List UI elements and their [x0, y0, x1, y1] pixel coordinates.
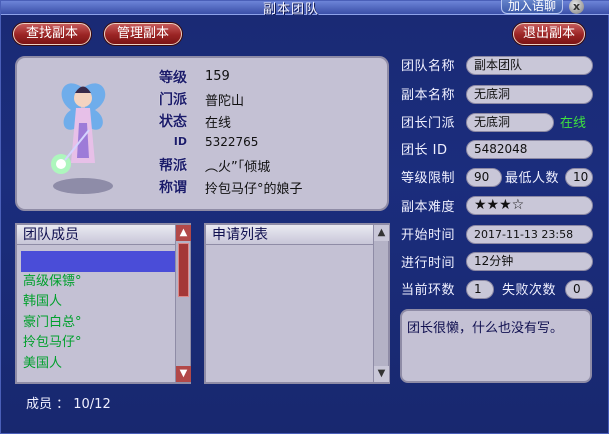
list-item[interactable]: 豪门白总°	[21, 313, 175, 334]
leader-school-label: 团长门派	[401, 116, 456, 131]
applications-scrollbar[interactable]: ▲ ▼	[373, 225, 389, 382]
difficulty-label: 副本难度	[401, 200, 456, 215]
dungeon-name-field: 无底洞	[466, 85, 593, 104]
team-members-panel: 团队成员 高级保镖° 韩国人 豪门白总° 拎包马仔° 美国人 ▲ ▼	[15, 223, 191, 384]
applications-header: 申请列表	[206, 225, 388, 245]
level-value: 159	[205, 69, 230, 84]
id-label: ID	[173, 135, 187, 148]
min-people-label: 最低人数	[505, 171, 560, 186]
guild-label: 帮派	[159, 158, 187, 174]
leader-online-status: 在线	[560, 116, 587, 131]
title-bar[interactable]: 副本团队 加入语聊 x	[1, 0, 609, 17]
min-people-field: 10	[565, 168, 593, 187]
fail-count-label: 失败次数	[502, 283, 557, 298]
difficulty-stars: ★★★☆	[466, 196, 593, 215]
school-value: 普陀山	[205, 94, 245, 109]
fail-count-field: 0	[565, 280, 593, 299]
current-round-field: 1	[466, 280, 494, 299]
close-icon[interactable]: x	[569, 0, 584, 14]
leader-id-field: 5482048	[466, 140, 593, 159]
window-title: 副本团队	[263, 2, 320, 17]
team-members-header: 团队成员	[17, 225, 189, 245]
scroll-up-arrow-icon[interactable]: ▲	[374, 225, 389, 241]
team-members-list: 高级保镖° 韩国人 豪门白总° 拎包马仔° 美国人	[21, 251, 175, 374]
list-item[interactable]: 拎包马仔°	[21, 333, 175, 354]
elapsed-time-field: 12分钟	[466, 252, 593, 271]
character-avatar	[43, 68, 123, 198]
member-count: 成员 ： 10/12	[26, 397, 111, 412]
start-time-label: 开始时间	[401, 228, 456, 243]
list-item[interactable]: 韩国人	[21, 292, 175, 313]
id-value: 5322765	[205, 135, 259, 149]
team-name-label: 团队名称	[401, 59, 456, 74]
leader-school-field: 无底洞	[466, 113, 554, 132]
find-dungeon-button[interactable]: 查找副本	[13, 23, 91, 45]
title-label: 称谓	[159, 180, 187, 196]
list-item[interactable]: 高级保镖°	[21, 272, 175, 293]
list-item[interactable]: 美国人	[21, 354, 175, 375]
current-round-label: 当前环数	[401, 283, 456, 298]
scroll-up-arrow-icon[interactable]: ▲	[176, 225, 191, 241]
title-value: 拎包马仔°的娘子	[205, 182, 303, 197]
school-label: 门派	[159, 92, 187, 108]
team-name-field: 副本团队	[466, 56, 593, 75]
members-scrollbar[interactable]: ▲ ▼	[175, 225, 191, 382]
scroll-down-arrow-icon[interactable]: ▼	[374, 366, 389, 382]
join-voice-chat-button[interactable]: 加入语聊	[501, 0, 564, 14]
status-label: 状态	[159, 114, 187, 130]
elapsed-time-label: 进行时间	[401, 256, 456, 271]
character-info-panel: 等级 159 门派 普陀山 状态 在线 ID 5322765 帮派 ︵火”「倾城…	[15, 56, 389, 211]
level-limit-label: 等级限制	[401, 171, 456, 186]
start-time-field: 2017-11-13 23:58	[466, 225, 593, 244]
level-label: 等级	[159, 70, 187, 86]
scroll-down-arrow-icon[interactable]: ▼	[176, 366, 191, 382]
quit-dungeon-button[interactable]: 退出副本	[513, 23, 585, 45]
guild-value: ︵火”「倾城	[205, 160, 271, 175]
level-limit-field: 90	[466, 168, 502, 187]
list-item[interactable]	[21, 251, 175, 272]
members-scroll-thumb[interactable]	[178, 243, 189, 297]
team-memo: 团长很懒，什么也没有写。	[400, 309, 592, 383]
manage-dungeon-button[interactable]: 管理副本	[104, 23, 182, 45]
applications-panel: 申请列表 ▲ ▼	[204, 223, 390, 384]
status-value: 在线	[205, 116, 232, 131]
dungeon-name-label: 副本名称	[401, 88, 456, 103]
team-dungeon-window: 副本团队 加入语聊 x 查找副本 管理副本 退出副本 等级 159 门派 普陀山	[0, 0, 609, 434]
leader-id-label: 团长 ID	[401, 143, 448, 158]
